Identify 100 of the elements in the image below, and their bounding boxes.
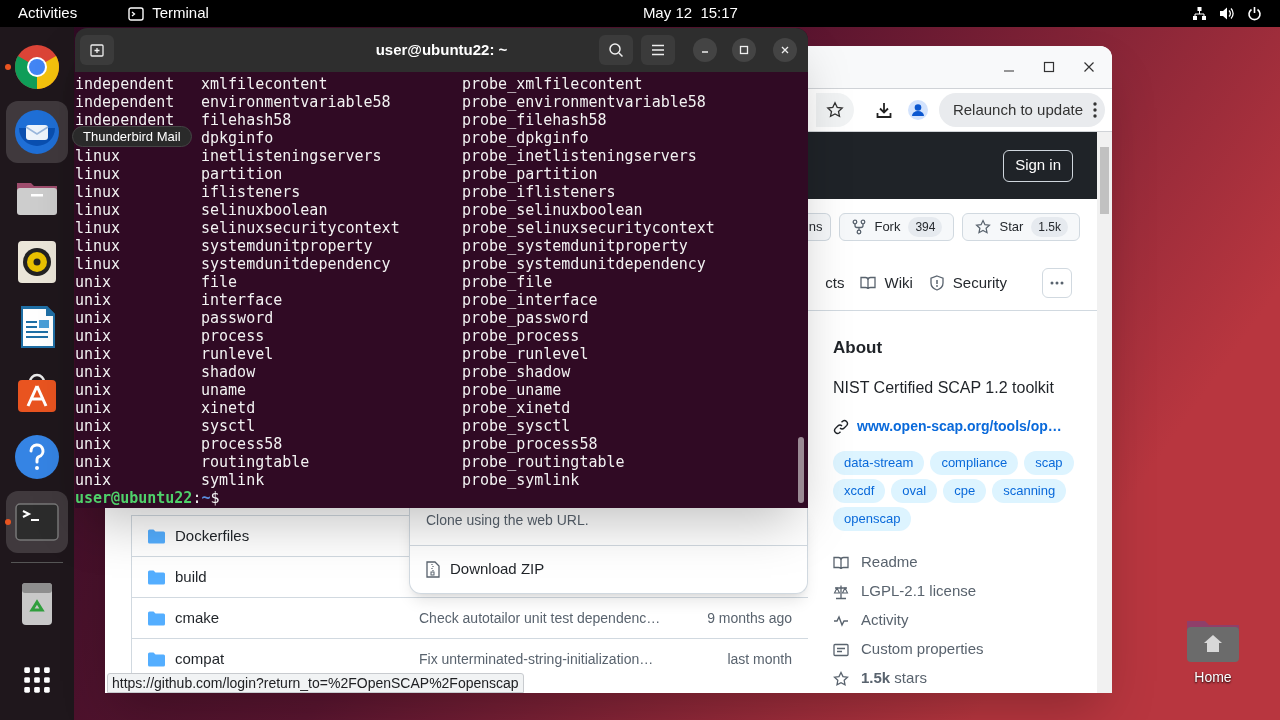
terminal-text: interface xyxy=(201,291,283,309)
terminal-text: unix xyxy=(75,309,112,327)
folder-icon xyxy=(148,610,165,626)
topic-tag[interactable]: compliance xyxy=(930,451,1019,475)
repo-tab[interactable]: cts xyxy=(817,267,853,299)
topic-tag[interactable]: xccdf xyxy=(833,479,886,503)
topic-tag[interactable]: scap xyxy=(1024,451,1074,475)
repo-tab[interactable]: Wiki xyxy=(852,267,921,299)
power-icon[interactable] xyxy=(1247,6,1262,21)
terminal-text: process58 xyxy=(201,435,283,453)
search-button[interactable] xyxy=(599,35,633,65)
scale-icon xyxy=(833,583,849,600)
terminal-text: linux xyxy=(75,183,121,201)
tooltip: Thunderbird Mail xyxy=(72,126,192,147)
topic-tag[interactable]: cpe xyxy=(943,479,987,503)
status-url: https://github.com/login?return_to=%2FOpenSCAP%2Fopenscap xyxy=(107,673,524,693)
sidebar-link[interactable]: Readme xyxy=(861,551,918,574)
sidebar-link[interactable]: 1.5k stars xyxy=(861,667,927,690)
terminal-text: symlink xyxy=(201,471,265,489)
sidebar-link[interactable]: LGPL-2.1 license xyxy=(861,580,977,603)
link-icon xyxy=(833,418,849,435)
new-tab-button[interactable] xyxy=(80,35,114,65)
folder-icon xyxy=(148,651,165,667)
topic-tag[interactable]: data-stream xyxy=(833,451,925,475)
folder-link[interactable]: Dockerfiles xyxy=(175,524,250,548)
terminal-text: probe_partition xyxy=(462,165,598,183)
star-icon xyxy=(975,219,992,235)
website-link[interactable]: www.open-scap.org/tools/op… xyxy=(857,416,1062,437)
terminal-text: probe_filehash58 xyxy=(462,111,607,129)
maximize-button[interactable] xyxy=(732,38,756,62)
terminal-text: systemdunitdependency xyxy=(201,255,391,273)
sidebar-link[interactable]: Activity xyxy=(861,609,909,632)
scrollbar[interactable] xyxy=(1097,132,1112,693)
address-bar[interactable] xyxy=(815,93,854,127)
fork-icon xyxy=(852,219,867,235)
repo-tab[interactable]: Security xyxy=(920,267,1015,299)
terminal-text: probe_xmlfilecontent xyxy=(462,75,643,93)
note-icon xyxy=(833,641,849,658)
terminal-text: probe_selinuxsecuritycontext xyxy=(462,219,715,237)
terminal-text: independent xyxy=(75,75,175,93)
folder-link[interactable]: cmake xyxy=(175,606,220,630)
terminal-text: runlevel xyxy=(201,345,274,363)
new-tab-icon xyxy=(89,42,105,58)
star-button[interactable]: Star 1.5k xyxy=(962,213,1080,241)
folder-link[interactable]: build xyxy=(175,565,207,589)
menu-icon xyxy=(651,44,665,56)
star-icon[interactable] xyxy=(825,101,844,119)
person-icon xyxy=(907,100,928,120)
sign-in-button[interactable]: Sign in xyxy=(1003,149,1073,182)
clock[interactable]: May 12 15:17 xyxy=(642,2,738,25)
commit-message[interactable]: Fix unterminated-string-initialization… xyxy=(419,648,728,670)
terminal-text: independent xyxy=(75,93,175,111)
repo-description: NIST Certified SCAP 1.2 toolkit xyxy=(833,378,1055,398)
volume-icon[interactable] xyxy=(1219,6,1235,21)
terminal-text: file xyxy=(201,273,238,291)
terminal-text: linux xyxy=(75,237,121,255)
more-vertical-icon xyxy=(1093,102,1097,118)
terminal-text: probe_symlink xyxy=(462,471,580,489)
terminal-text: partition xyxy=(201,165,283,183)
topic-tag[interactable]: oval xyxy=(891,479,938,503)
terminal-text: password xyxy=(201,309,274,327)
close-button[interactable] xyxy=(773,38,797,62)
activities-button[interactable]: Activities xyxy=(18,2,78,25)
relaunch-button[interactable]: Relaunch to update xyxy=(938,93,1105,127)
prompt-separator: : xyxy=(192,489,202,507)
topic-tag[interactable]: scanning xyxy=(992,479,1067,503)
terminal-text: unix xyxy=(75,363,112,381)
menu-button[interactable] xyxy=(641,35,675,65)
terminal-text: probe_xinetd xyxy=(462,399,571,417)
terminal-text: probe_environmentvariable58 xyxy=(462,93,706,111)
maximize-icon xyxy=(739,45,749,55)
terminal-text: inetlisteningservers xyxy=(201,147,382,165)
terminal-text: selinuxsecuritycontext xyxy=(201,219,400,237)
scrollbar-thumb[interactable] xyxy=(798,437,804,503)
terminal-text: xmlfilecontent xyxy=(201,75,328,93)
terminal-text: probe_runlevel xyxy=(462,345,589,363)
shield-icon xyxy=(928,275,945,291)
commit-message[interactable]: Check autotailor unit test dependenc… xyxy=(419,607,708,629)
terminal-text: probe_selinuxboolean xyxy=(462,201,643,219)
terminal-text: unix xyxy=(75,471,112,489)
terminal-text: probe_iflisteners xyxy=(462,183,616,201)
download-zip-item[interactable]: Download ZIP xyxy=(410,545,807,593)
terminal-text: unix xyxy=(75,417,112,435)
topic-tag[interactable]: openscap xyxy=(833,507,912,531)
terminal-text: unix xyxy=(75,291,112,309)
download-icon xyxy=(874,101,893,119)
terminal-text: sysctl xyxy=(201,417,256,435)
close-icon xyxy=(780,45,790,55)
terminal-text: filehash58 xyxy=(201,111,292,129)
network-icon[interactable] xyxy=(1192,6,1207,21)
terminal-text: probe_file xyxy=(462,273,553,291)
app-menu[interactable]: Terminal xyxy=(152,2,209,25)
fork-button[interactable]: Fork 394 xyxy=(839,213,955,241)
folder-icon xyxy=(148,569,165,585)
folder-link[interactable]: compat xyxy=(175,647,225,671)
dock-item[interactable] xyxy=(6,100,68,163)
terminal-text: probe_password xyxy=(462,309,589,327)
sidebar-link[interactable]: Custom properties xyxy=(861,638,984,661)
terminal-text: xinetd xyxy=(201,399,256,417)
minimize-button[interactable] xyxy=(693,38,717,62)
